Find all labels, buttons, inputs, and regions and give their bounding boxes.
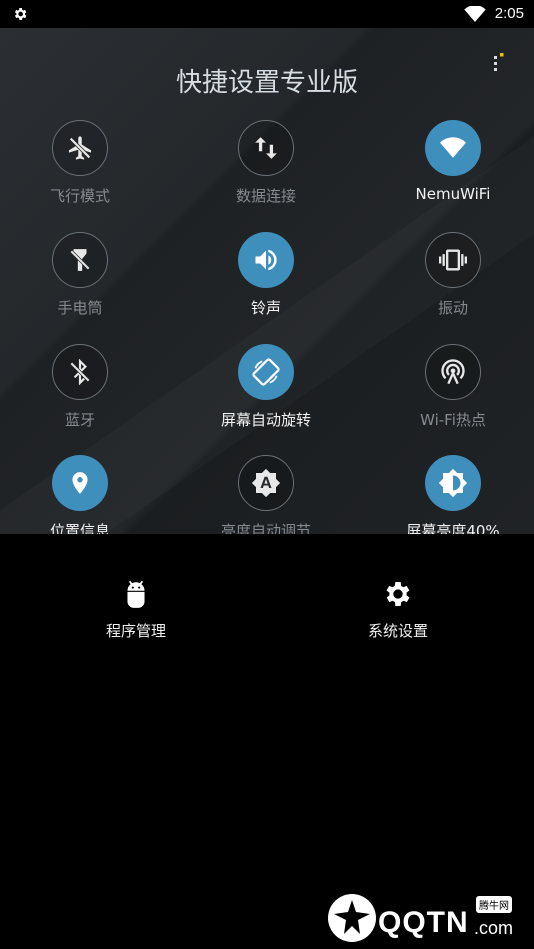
- gear-icon: [14, 8, 27, 20]
- bottom-label: 程序管理: [105, 622, 166, 640]
- data-arrows-icon: [255, 137, 277, 159]
- android-icon: [127, 580, 145, 608]
- tile-data-connection[interactable]: 数据连接: [186, 120, 346, 206]
- watermark-emblem-icon: [328, 894, 376, 942]
- hotspot-icon: [441, 359, 465, 385]
- volume-icon: [255, 249, 277, 271]
- brightness-icon: [438, 468, 468, 498]
- flashlight-off-icon: [70, 249, 90, 271]
- tile-ringtone[interactable]: 铃声: [186, 232, 346, 318]
- wifi-icon: [464, 6, 486, 22]
- tile-label: 飞行模式: [49, 187, 110, 205]
- tile-label: 屏幕亮度40%: [406, 522, 500, 534]
- bottom-label: 系统设置: [367, 622, 428, 640]
- vibrate-icon: [439, 249, 467, 271]
- tile-auto-brightness[interactable]: 亮度自动调节: [186, 455, 346, 534]
- tile-label: Wi-Fi热点: [420, 411, 486, 429]
- app-title: 快捷设置专业版: [175, 68, 358, 98]
- settings-icon: [386, 582, 410, 606]
- screen-rotation-icon: [252, 358, 280, 386]
- tile-label: 亮度自动调节: [220, 522, 311, 534]
- more-vertical-icon[interactable]: [492, 52, 506, 76]
- tile-airplane-mode[interactable]: 飞行模式: [0, 120, 160, 206]
- tile-screen-rotation[interactable]: 屏幕自动旋转: [186, 344, 346, 430]
- tile-label: 手电筒: [57, 299, 103, 317]
- tile-location[interactable]: 位置信息: [0, 455, 160, 534]
- tile-label: NemuWiFi: [415, 185, 491, 203]
- app-manager-button[interactable]: 程序管理: [46, 578, 226, 641]
- system-settings-button[interactable]: 系统设置: [308, 578, 488, 641]
- watermark-suffix: .com: [474, 918, 514, 938]
- airplane-off-icon: [68, 136, 92, 160]
- wifi-icon: [440, 137, 466, 158]
- tile-vibrate[interactable]: 振动: [373, 232, 533, 318]
- status-bar: 2:05: [0, 0, 534, 28]
- watermark-logo: QQTN .com 腾牛网: [326, 892, 526, 944]
- tile-label: 振动: [437, 299, 468, 317]
- tile-label: 数据连接: [235, 187, 296, 205]
- watermark-text: QQTN: [378, 906, 469, 939]
- tile-flashlight[interactable]: 手电筒: [0, 232, 160, 318]
- tile-label: 蓝牙: [64, 411, 95, 429]
- watermark-badge: 腾牛网: [476, 896, 512, 913]
- tile-bluetooth[interactable]: 蓝牙: [0, 344, 160, 430]
- tile-brightness[interactable]: 屏幕亮度40%: [373, 455, 533, 534]
- clock: 2:05: [494, 5, 524, 22]
- brightness-auto-icon: [251, 468, 281, 498]
- bluetooth-off-icon: [70, 359, 90, 385]
- tile-label: 位置信息: [49, 522, 110, 534]
- tile-label: 铃声: [250, 299, 281, 317]
- tile-label: 屏幕自动旋转: [220, 411, 311, 429]
- tile-hotspot[interactable]: Wi-Fi热点: [373, 344, 533, 430]
- tile-wifi[interactable]: NemuWiFi: [373, 120, 533, 203]
- quick-settings-panel: 快捷设置专业版 飞行模式 数据连接 NemuWiFi 手电筒 铃声 振动 蓝牙 …: [0, 28, 534, 534]
- location-icon: [72, 472, 88, 494]
